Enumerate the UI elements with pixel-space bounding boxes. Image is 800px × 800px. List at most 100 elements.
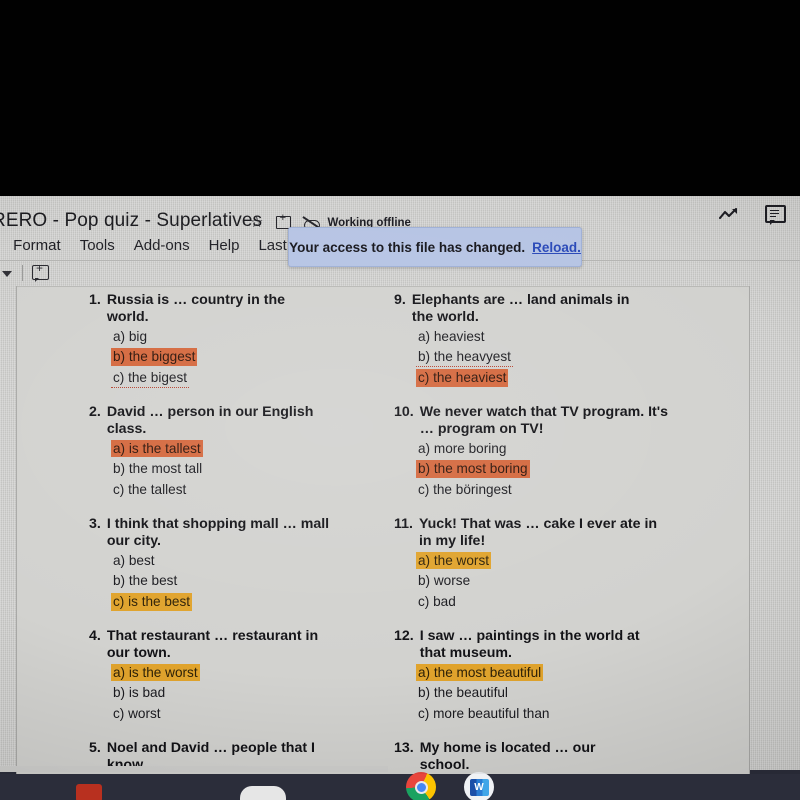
answer-option[interactable]: c) the böringest — [416, 481, 514, 499]
answer-option[interactable]: b) the beautiful — [416, 684, 510, 702]
answer-option[interactable]: a) more boring — [416, 440, 508, 458]
quiz-question: 10. We never watch that TV program. It's…… — [394, 404, 694, 501]
star-icon[interactable]: ☆ — [250, 215, 263, 230]
question-number: 12. — [394, 628, 414, 645]
answer-option-row[interactable]: b) the most boring — [416, 459, 694, 480]
answer-option-row[interactable]: b) is bad — [111, 683, 389, 704]
answer-option-highlighted[interactable]: b) the most boring — [416, 460, 530, 479]
answer-option-row[interactable]: b) the best — [111, 571, 389, 592]
question-line-2: the world. — [411, 309, 479, 326]
answer-option[interactable]: a) best — [111, 552, 157, 570]
answer-option-highlighted[interactable]: b) the biggest — [111, 348, 198, 367]
question-line-2: in my life! — [418, 533, 486, 550]
answer-option-row[interactable]: a) the most beautiful — [416, 663, 694, 684]
answer-option-highlighted[interactable]: a) the worst — [416, 551, 492, 570]
answer-option-row[interactable]: a) big — [111, 327, 389, 348]
answer-option-row[interactable]: a) heaviest — [416, 327, 694, 348]
answer-option[interactable]: b) is bad — [111, 684, 167, 702]
answer-option-row[interactable]: c) is the best — [111, 592, 389, 613]
question-line-1: Noel and David … people that I — [106, 740, 315, 757]
document-page[interactable]: 1. Russia is … country in the world. a) big… — [16, 286, 750, 774]
quiz-question: 4. That restaurant … restaurant in our tow… — [89, 628, 389, 725]
answer-option-row[interactable]: c) worst — [111, 704, 389, 725]
answer-option-row[interactable]: c) bad — [416, 592, 694, 613]
menu-item-help[interactable]: Help — [209, 237, 240, 254]
answer-options: a) heaviest b) the heavyest c) the heavies… — [416, 327, 694, 389]
answer-option[interactable]: a) big — [111, 328, 149, 346]
chrome-icon[interactable] — [406, 772, 436, 800]
question-number: 13. — [394, 740, 414, 757]
answer-option-row[interactable]: b) the most tall — [111, 459, 389, 480]
answer-option-highlighted[interactable]: a) is the worst — [111, 663, 200, 682]
question-column-left: 1. Russia is … country in the world. a) big… — [89, 292, 389, 774]
menu-item-tools[interactable]: Tools — [80, 237, 115, 254]
answer-option-row[interactable]: b) the heavyest — [416, 347, 694, 368]
add-comment-icon[interactable] — [32, 262, 49, 282]
answer-option[interactable]: c) bad — [416, 593, 458, 611]
office-app-icon[interactable]: W — [464, 772, 494, 800]
access-changed-banner: Your access to this file has changed. Re… — [288, 227, 582, 267]
answer-option[interactable]: c) worst — [111, 705, 163, 723]
answer-option-row[interactable]: a) best — [111, 551, 389, 572]
question-prompt: 2. David … person in our English class. — [89, 404, 389, 439]
question-number: 4. — [89, 628, 101, 645]
answer-option-row[interactable]: c) the böringest — [416, 480, 694, 501]
answer-option-highlighted[interactable]: c) is the best — [111, 593, 193, 611]
answer-options: a) the most beautiful b) the beautiful c) … — [416, 663, 694, 725]
answer-option-row[interactable]: b) the beautiful — [416, 683, 694, 704]
quiz-question: 13.My home is located … ourschool.a) the… — [394, 740, 694, 774]
quiz-question: 9. Elephants are … land animals in the wor… — [394, 292, 694, 389]
answer-option-row[interactable]: a) is the worst — [111, 663, 389, 684]
question-prompt: 10. We never watch that TV program. It's…… — [394, 404, 694, 439]
chevron-down-icon[interactable] — [2, 271, 12, 277]
answer-option[interactable]: b) the most tall — [111, 460, 204, 478]
answer-option[interactable]: b) the heavyest — [416, 348, 513, 368]
answer-option-row[interactable]: c) the bigest — [111, 368, 389, 389]
question-line-1: I saw … paintings in the world at — [419, 628, 640, 645]
question-line-1: David … person in our English — [106, 404, 314, 421]
two-column-layout: 1. Russia is … country in the world. a) big… — [17, 286, 749, 774]
question-text: We never watch that TV program. It's… pr… — [420, 404, 694, 439]
banner-reload-link[interactable]: Reload. — [532, 240, 581, 255]
answer-options: a) big b) the biggest c) the bigest — [111, 327, 389, 389]
toolbar-right-group — [719, 205, 786, 225]
question-prompt: 4. That restaurant … restaurant in our tow… — [89, 628, 389, 663]
answer-option[interactable]: a) heaviest — [416, 328, 487, 346]
question-text: I saw … paintings in the world at that mu… — [420, 628, 694, 663]
comments-icon[interactable] — [765, 205, 786, 225]
question-line-1: Russia is … country in the — [106, 292, 286, 308]
answer-option-row[interactable]: a) the worst — [416, 551, 694, 572]
question-text: Yuck! That was … cake I ever ate in in my… — [419, 516, 694, 551]
question-line-2: our town. — [106, 645, 171, 662]
question-line-2: that museum. — [419, 645, 512, 662]
question-prompt: 13. My home is located … our school. — [394, 740, 694, 774]
answer-option-row[interactable]: a) is the tallest — [111, 439, 389, 460]
quiz-question: 12. I saw … paintings in the world at that… — [394, 628, 694, 725]
answer-option-highlighted[interactable]: a) is the tallest — [111, 439, 203, 458]
answer-option-row[interactable]: c) more beautiful than — [416, 704, 694, 725]
menu-item-add-ons[interactable]: Add-ons — [134, 237, 190, 254]
answer-option-row[interactable]: a) more boring — [416, 439, 694, 460]
quiz-question: 11. Yuck! That was … cake I ever ate in in… — [394, 516, 694, 613]
document-title[interactable]: RERO - Pop quiz - Superlatives — [0, 210, 262, 232]
answer-option-highlighted[interactable]: c) the heaviest — [416, 369, 509, 387]
activity-trend-icon[interactable] — [719, 207, 739, 221]
answer-option-row[interactable]: b) worse — [416, 571, 694, 592]
question-text: Elephants are … land animals in the world… — [412, 292, 694, 327]
answer-option[interactable]: c) the tallest — [111, 481, 188, 499]
answer-option[interactable]: b) worse — [416, 572, 472, 590]
question-line-1: Yuck! That was … cake I ever ate in — [418, 516, 658, 533]
answer-option[interactable]: b) the best — [111, 572, 179, 590]
question-line-1: That restaurant … restaurant in — [106, 628, 319, 645]
answer-option-row[interactable]: b) the biggest — [111, 347, 389, 368]
question-text: Russia is … country in the world. — [107, 292, 389, 327]
banner-message: Your access to this file has changed. — [289, 239, 526, 255]
answer-option-row[interactable]: c) the heaviest — [416, 368, 694, 389]
question-line-1: My home is located … our — [419, 740, 596, 757]
answer-option[interactable]: c) the bigest — [111, 369, 190, 388]
answer-option-row[interactable]: c) the tallest — [111, 480, 389, 501]
question-line-1: We never watch that TV program. It's — [419, 404, 669, 421]
answer-option-highlighted[interactable]: a) the most beautiful — [416, 663, 544, 682]
menu-item-format[interactable]: Format — [13, 237, 61, 254]
answer-option[interactable]: c) more beautiful than — [416, 705, 551, 723]
